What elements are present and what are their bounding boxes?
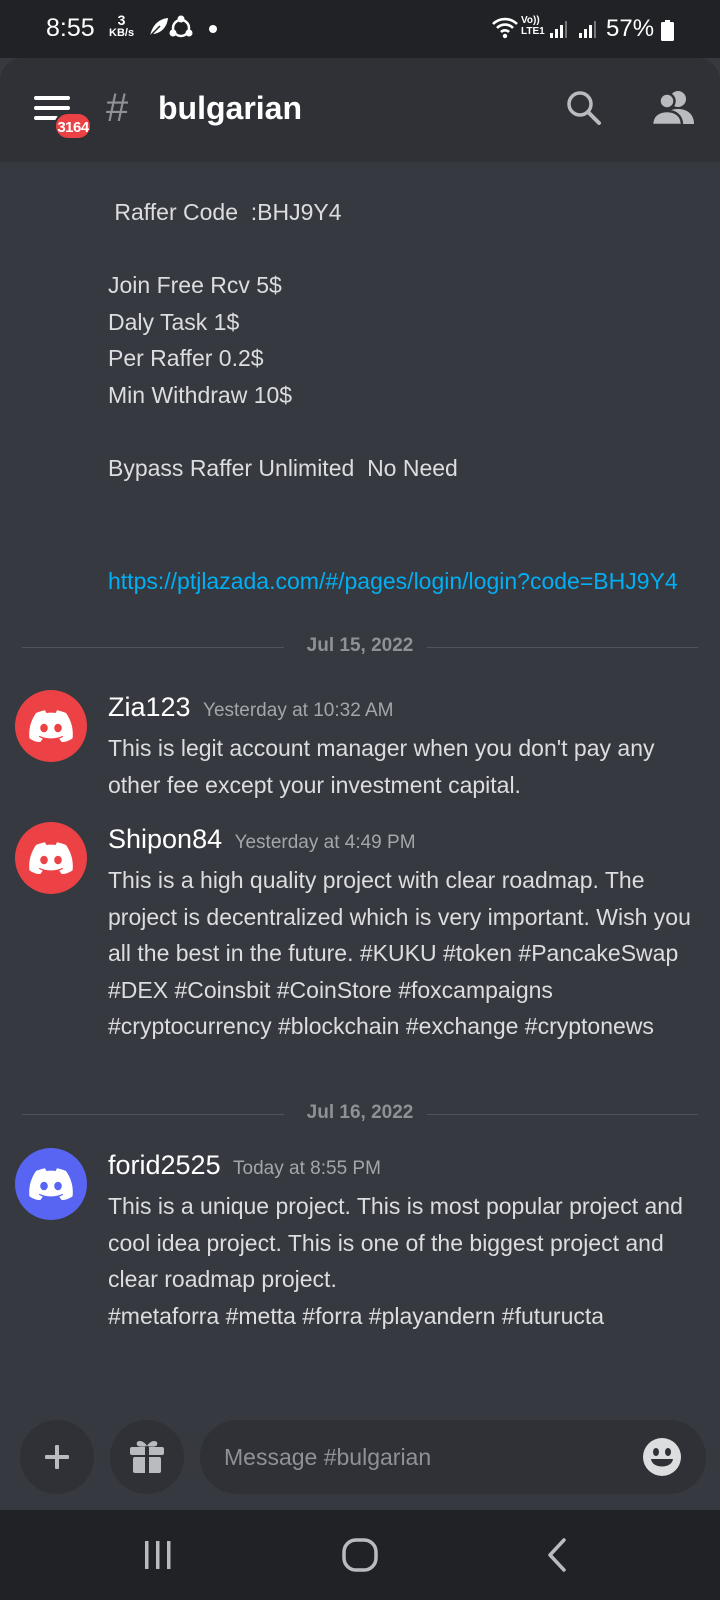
signal-icon-sim2 xyxy=(579,21,596,38)
message-composer: Message #bulgarian xyxy=(0,1400,720,1510)
discord-logo-icon xyxy=(29,710,73,742)
emoji-icon[interactable] xyxy=(642,1437,682,1477)
message-content: Raffer Code :BHJ9Y4 Join Free Rcv 5$ Dal… xyxy=(108,194,708,486)
wifi-icon xyxy=(492,17,518,39)
message-line: Min Withdraw 10$ xyxy=(108,381,293,408)
message-input-placeholder: Message #bulgarian xyxy=(224,1444,432,1470)
message-line xyxy=(108,231,708,268)
message-line xyxy=(108,413,708,450)
signal-icon xyxy=(550,21,567,38)
message-line: Raffer Code :BHJ9Y4 xyxy=(108,199,342,225)
date-divider: Jul 15, 2022 xyxy=(22,635,698,659)
username[interactable]: Shipon84 xyxy=(108,824,222,854)
channel-header: 3164 # bulgarian xyxy=(0,58,720,162)
add-attachment-button[interactable] xyxy=(20,1420,94,1494)
message-line: Daly Task 1$ xyxy=(108,308,240,335)
lte-indicator: Vo)) LTE1 xyxy=(521,15,545,37)
gift-icon xyxy=(130,1441,164,1473)
gift-button[interactable] xyxy=(110,1420,184,1494)
discord-logo-icon xyxy=(29,1168,73,1200)
discord-logo-icon xyxy=(29,842,73,874)
username[interactable]: Zia123 xyxy=(108,692,191,722)
message-line: Join Free Rcv 5$ xyxy=(108,272,282,298)
status-bar: 8:55 3 KB/s Vo)) LTE1 57% xyxy=(0,0,720,58)
leaf-icon xyxy=(149,18,168,37)
message-input[interactable]: Message #bulgarian xyxy=(200,1420,706,1494)
plus-icon xyxy=(45,1445,69,1469)
search-icon[interactable] xyxy=(566,90,602,126)
notification-dot xyxy=(209,25,217,33)
members-icon[interactable] xyxy=(652,90,694,126)
message-line: Per Raffer 0.2$ xyxy=(108,345,264,371)
battery-icon xyxy=(661,20,674,41)
message-body: This is legit account manager when you d… xyxy=(108,735,655,798)
date-divider-label: Jul 16, 2022 xyxy=(292,1102,428,1123)
timestamp: Yesterday at 10:32 AM xyxy=(203,700,394,721)
avatar[interactable] xyxy=(15,822,87,894)
status-time: 8:55 xyxy=(46,14,95,42)
channel-hash-icon: # xyxy=(106,86,129,130)
network-speed: 3 KB/s xyxy=(109,12,135,39)
date-divider-label: Jul 15, 2022 xyxy=(292,635,428,656)
message-link[interactable]: https://ptjlazada.com/#/pages/login/logi… xyxy=(108,563,688,600)
avatar[interactable] xyxy=(15,690,87,762)
recent-apps-icon[interactable] xyxy=(143,1540,173,1570)
channel-title[interactable]: bulgarian xyxy=(158,90,302,127)
timestamp: Today at 8:55 PM xyxy=(233,1158,381,1179)
system-nav-bar xyxy=(0,1510,720,1600)
back-icon[interactable] xyxy=(546,1538,568,1572)
sync-icon xyxy=(169,15,193,38)
date-divider: Jul 16, 2022 xyxy=(22,1102,698,1126)
notification-badge: 3164 xyxy=(54,112,92,140)
username[interactable]: forid2525 xyxy=(108,1150,221,1180)
message-line: Bypass Raffer Unlimited No Need xyxy=(108,454,458,481)
message-body: This is a high quality project with clea… xyxy=(108,867,691,1039)
home-icon[interactable] xyxy=(342,1538,378,1572)
battery-percent: 57% xyxy=(606,15,655,42)
timestamp: Yesterday at 4:49 PM xyxy=(234,832,416,853)
message-body: This is a unique project. This is most p… xyxy=(108,1193,683,1329)
avatar[interactable] xyxy=(15,1148,87,1220)
